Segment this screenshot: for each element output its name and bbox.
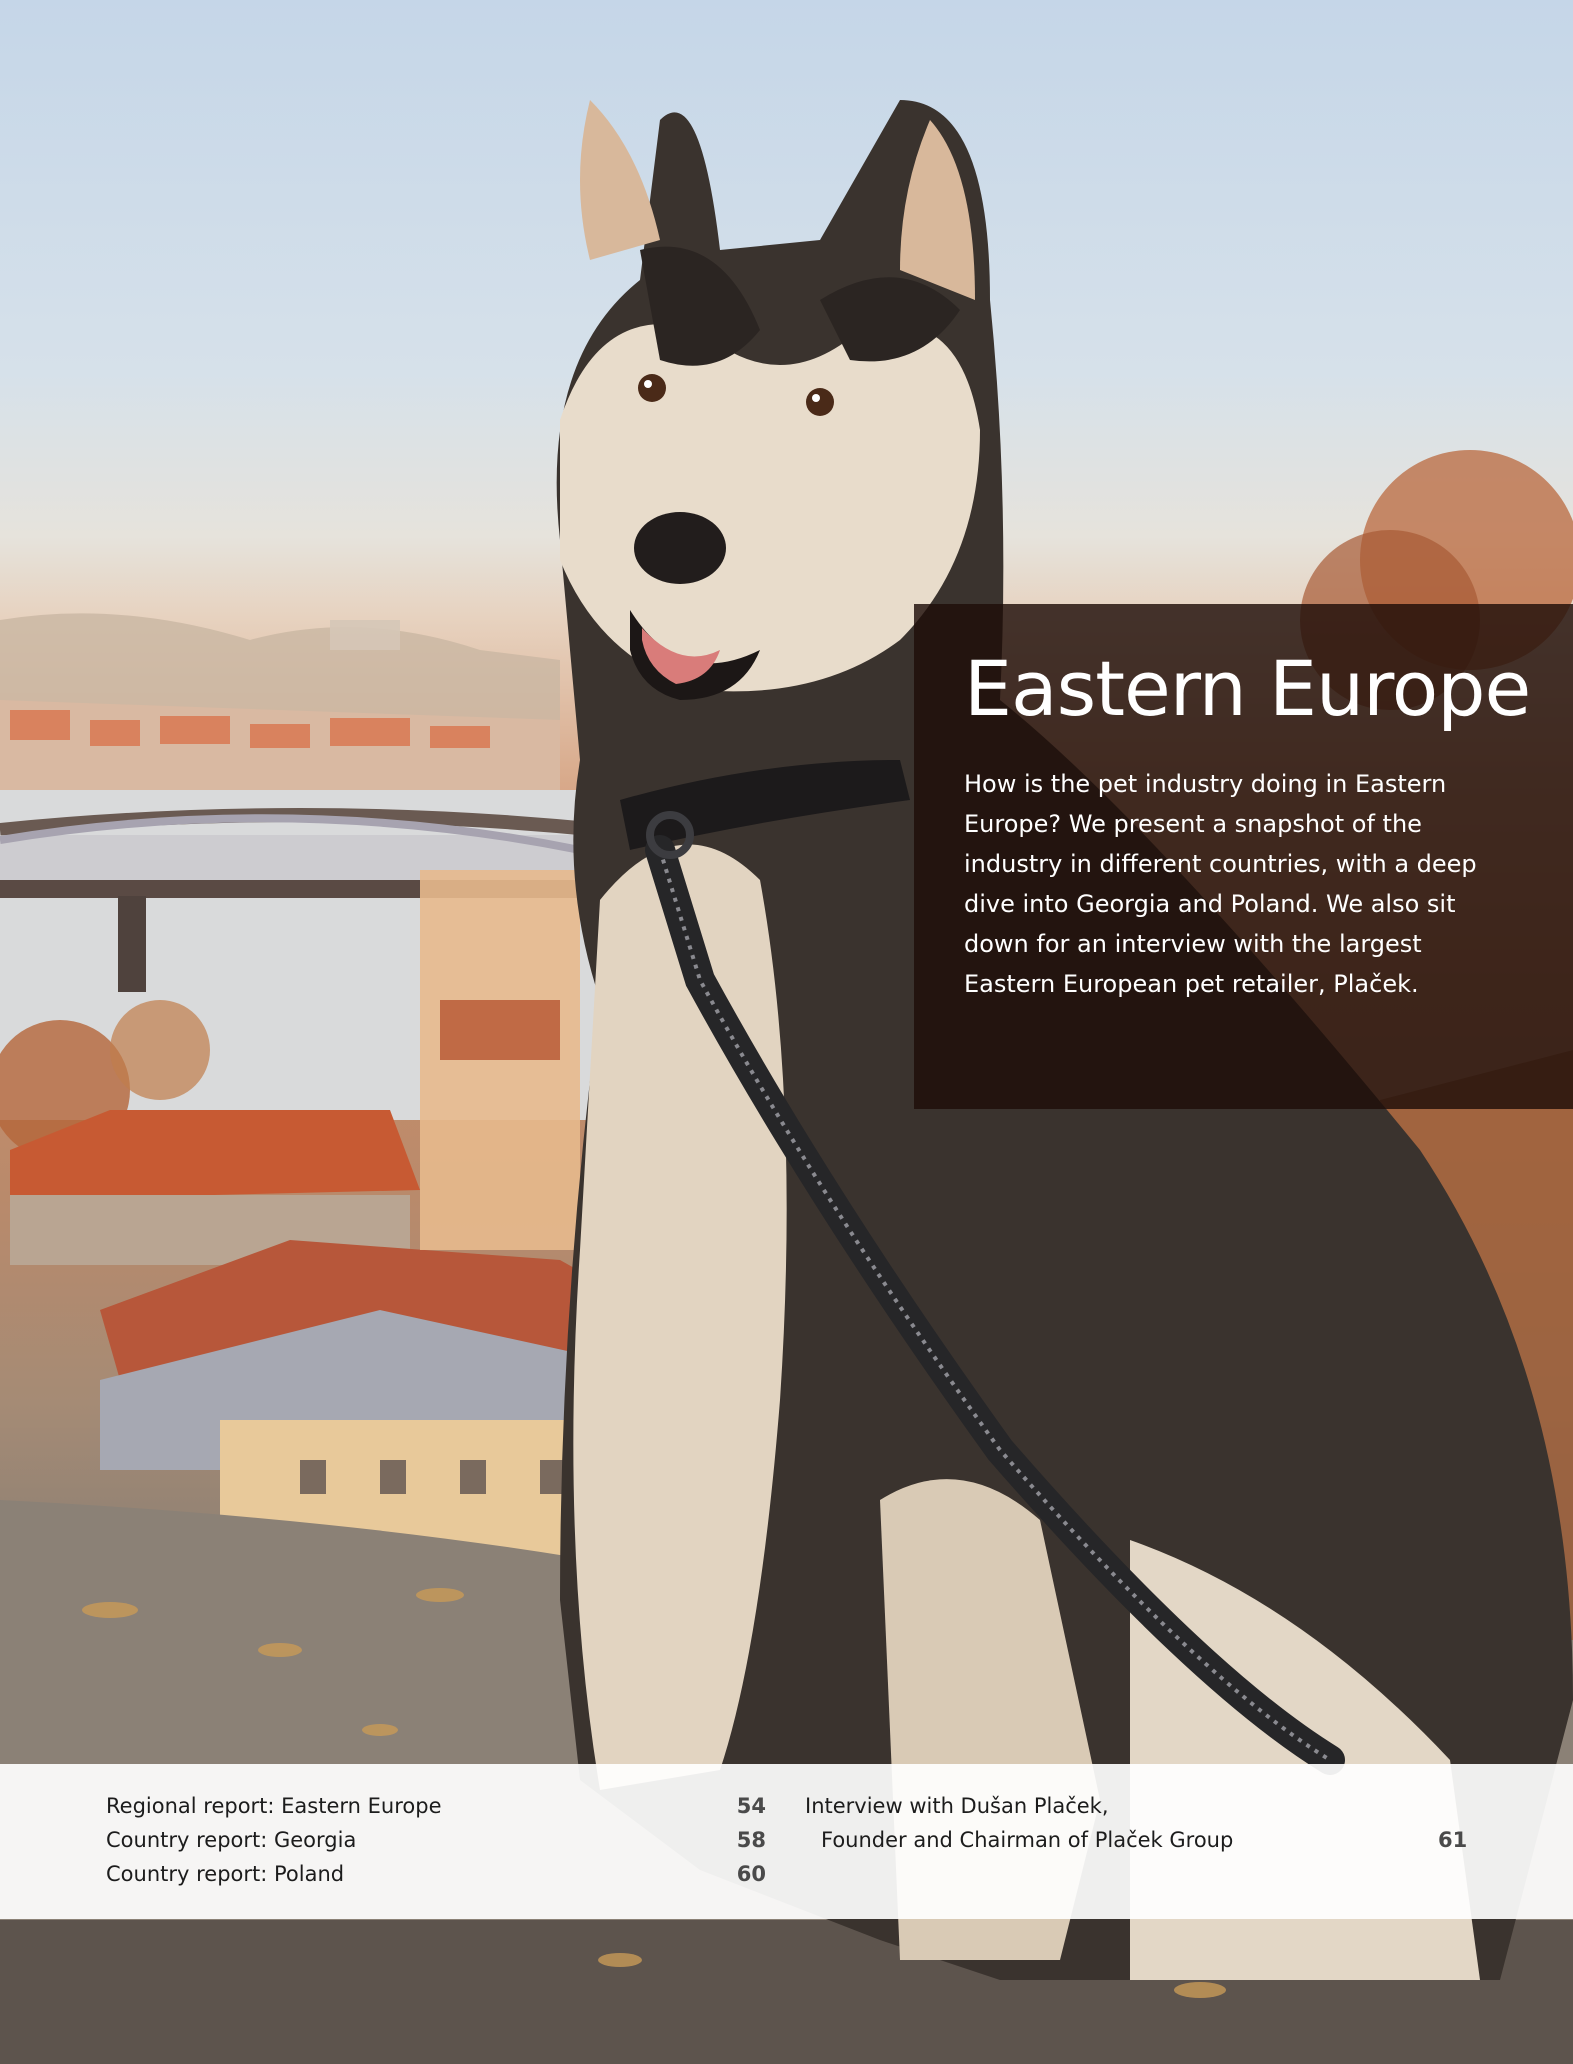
- section-intro: How is the pet industry doing in Eastern…: [964, 770, 1477, 998]
- toc-entry-page: 60: [736, 1862, 766, 1886]
- toc-entry-page: 58: [736, 1828, 766, 1852]
- section-title: Eastern Europe: [964, 644, 1531, 733]
- toc-entry[interactable]: Country report: Poland 60: [106, 1862, 766, 1896]
- section-title-panel: Eastern Europe How is the pet industry d…: [914, 604, 1573, 1109]
- toc-left-column: Regional report: Eastern Europe 54 Count…: [106, 1794, 766, 1896]
- toc-entry-sublabel: Founder and Chairman of Plaček Group: [821, 1828, 1234, 1852]
- toc-entry[interactable]: Country report: Georgia 58: [106, 1828, 766, 1862]
- toc-entry-label: Interview with Dušan Plaček,: [805, 1794, 1109, 1818]
- toc-entry-label: Country report: Poland: [106, 1862, 345, 1886]
- toc-entry-label: Country report: Georgia: [106, 1828, 357, 1852]
- toc-entry-page: 61: [1438, 1828, 1468, 1852]
- toc-entry-page: 54: [736, 1794, 766, 1818]
- toc-entry-label: Regional report: Eastern Europe: [106, 1794, 442, 1818]
- table-of-contents: Regional report: Eastern Europe 54 Count…: [0, 1764, 1573, 1919]
- toc-entry[interactable]: Regional report: Eastern Europe 54: [106, 1794, 766, 1828]
